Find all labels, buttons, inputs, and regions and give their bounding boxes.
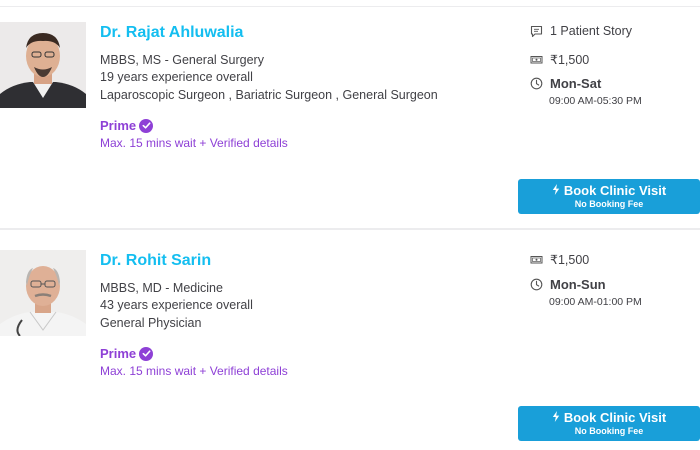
doctor-photo[interactable] <box>0 250 86 336</box>
consultation-fee: ₹1,500 <box>530 252 589 267</box>
fee-value: ₹1,500 <box>550 53 590 67</box>
card-divider <box>0 228 700 230</box>
prime-label: Prime <box>100 118 137 133</box>
timing-days: Mon-Sun <box>530 277 606 292</box>
prime-label: Prime <box>100 346 137 361</box>
doctor-degrees: MBBS, MD - Medicine <box>100 281 223 295</box>
fee-value: ₹1,500 <box>550 253 590 267</box>
check-badge-icon <box>139 346 154 361</box>
patient-stories-text: 1 Patient Story <box>550 24 632 38</box>
doctor-experience: 43 years experience overall <box>100 298 253 312</box>
prime-note: Max. 15 mins wait + Verified details <box>100 136 288 150</box>
money-note-icon <box>530 253 543 266</box>
doctor-portrait-image <box>0 250 86 336</box>
doctor-name-link[interactable]: Dr. Rajat Ahluwalia <box>100 24 243 42</box>
timing-days: Mon-Sat <box>530 76 601 91</box>
money-note-icon <box>530 53 543 66</box>
doctor-card: Dr. Rajat Ahluwalia MBBS, MS - General S… <box>0 8 700 228</box>
doctor-specialties: Laparoscopic Surgeon , Bariatric Surgeon… <box>100 88 438 102</box>
book-button-label: Book Clinic Visit <box>563 183 667 198</box>
patient-stories-link[interactable]: 1 Patient Story <box>530 24 632 38</box>
book-clinic-visit-button[interactable]: Book Clinic Visit No Booking Fee <box>518 179 700 214</box>
doctor-specialties: General Physician <box>100 316 202 330</box>
doctor-card: Dr. Rohit Sarin MBBS, MD - Medicine 43 y… <box>0 236 700 450</box>
doctor-experience: 19 years experience overall <box>100 70 253 84</box>
top-divider <box>0 6 700 7</box>
chat-bubble-icon <box>530 25 543 38</box>
booking-fee-note: No Booking Fee <box>574 426 644 436</box>
check-badge-icon <box>139 118 154 133</box>
doctor-degrees: MBBS, MS - General Surgery <box>100 53 264 67</box>
days-value: Mon-Sun <box>550 277 606 292</box>
doctor-name-link[interactable]: Dr. Rohit Sarin <box>100 252 211 270</box>
lightning-bolt-icon <box>552 183 560 198</box>
consultation-fee: ₹1,500 <box>530 52 589 67</box>
prime-badge: Prime <box>100 346 154 361</box>
booking-fee-note: No Booking Fee <box>574 199 644 209</box>
clock-icon <box>530 77 543 90</box>
hours-value: 09:00 AM-05:30 PM <box>549 95 642 107</box>
days-value: Mon-Sat <box>550 76 602 91</box>
lightning-bolt-icon <box>552 410 560 425</box>
clock-icon <box>530 278 543 291</box>
prime-badge: Prime <box>100 118 154 133</box>
doctor-portrait-image <box>0 22 86 108</box>
book-clinic-visit-button[interactable]: Book Clinic Visit No Booking Fee <box>518 406 700 441</box>
prime-note: Max. 15 mins wait + Verified details <box>100 364 288 378</box>
book-button-label: Book Clinic Visit <box>563 410 667 425</box>
hours-value: 09:00 AM-01:00 PM <box>549 296 642 308</box>
doctor-photo[interactable] <box>0 22 86 108</box>
